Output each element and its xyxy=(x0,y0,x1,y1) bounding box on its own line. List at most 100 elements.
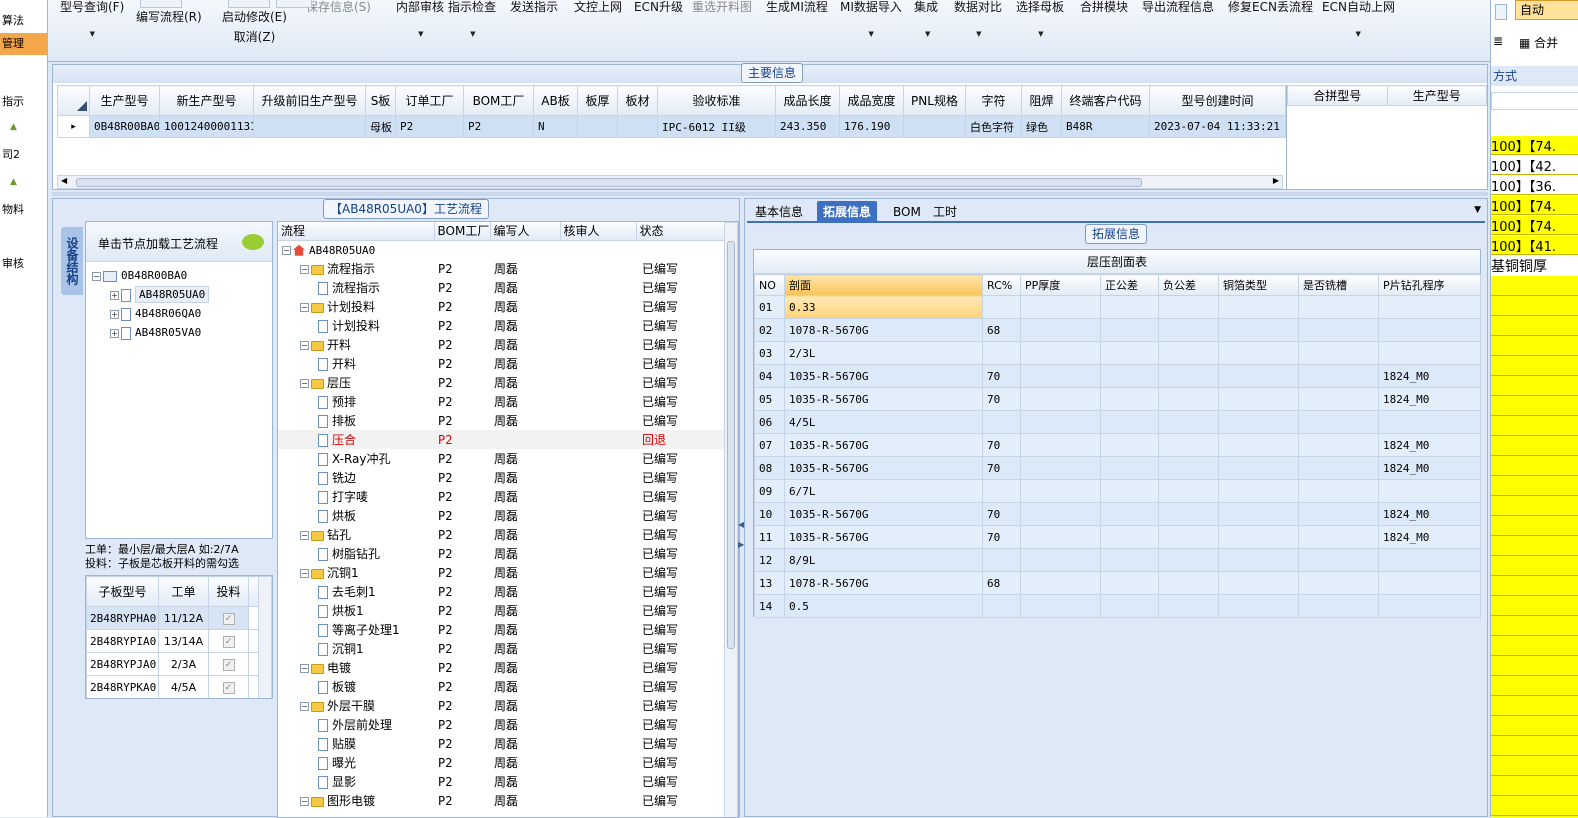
table-cell[interactable]: 03 xyxy=(754,341,785,365)
scrollbar-thumb[interactable] xyxy=(727,241,735,649)
table-cell[interactable] xyxy=(1298,571,1379,595)
column-header[interactable]: 工单 xyxy=(158,576,209,607)
column-header[interactable]: 生产型号 xyxy=(1386,85,1487,106)
table-cell[interactable]: 1035-R-5670G xyxy=(784,364,983,388)
table-cell[interactable] xyxy=(1218,594,1299,618)
table-cell[interactable] xyxy=(1020,410,1101,434)
table-cell[interactable]: 0B48R00BA0 xyxy=(89,115,160,138)
collapse-icon[interactable]: − xyxy=(300,702,309,711)
table-cell[interactable]: 白色字符 xyxy=(965,115,1022,138)
table-cell[interactable] xyxy=(1158,295,1219,319)
table-cell[interactable] xyxy=(1218,364,1299,388)
table-cell[interactable] xyxy=(577,115,618,138)
table-cell[interactable] xyxy=(1100,525,1159,549)
table-cell[interactable]: P2 xyxy=(395,115,464,138)
table-cell[interactable]: N xyxy=(533,115,578,138)
flow-scrollbar[interactable] xyxy=(724,222,738,817)
table-cell[interactable] xyxy=(1100,502,1159,526)
table-cell[interactable]: 1824_M0 xyxy=(1378,502,1481,526)
flow-row[interactable]: 显影 P2 周磊 已编写 xyxy=(278,772,724,791)
column-header[interactable]: PNL规格 xyxy=(903,85,966,116)
column-header[interactable]: 状态 xyxy=(636,222,725,241)
toolbar-button-5[interactable]: 指示检查 ▼ xyxy=(448,0,496,38)
table-cell[interactable]: 11/12A xyxy=(158,606,209,630)
table-cell[interactable]: 70 xyxy=(982,433,1021,457)
table-cell[interactable] xyxy=(1298,502,1379,526)
table-cell[interactable]: 1824_M0 xyxy=(1378,525,1481,549)
toolbar-icon-box[interactable] xyxy=(276,0,312,8)
table-row[interactable]: 01 0.33 xyxy=(754,295,1481,319)
column-header[interactable]: 核审人 xyxy=(560,222,637,241)
table-row[interactable]: 14 0.5 xyxy=(754,594,1481,618)
column-header[interactable]: 铜箔类型 xyxy=(1218,274,1299,296)
toolbar-button-18[interactable]: ECN自动上网 ▼ xyxy=(1322,0,1395,38)
table-cell[interactable]: 176.190 xyxy=(839,115,904,138)
table-cell[interactable] xyxy=(1218,479,1299,503)
table-cell[interactable] xyxy=(1218,318,1299,342)
table-cell[interactable] xyxy=(1298,410,1379,434)
collapse-icon[interactable]: − xyxy=(300,664,309,673)
column-header[interactable]: 是否铣槽 xyxy=(1298,274,1379,296)
table-cell[interactable] xyxy=(1218,387,1299,411)
table-cell[interactable] xyxy=(1298,295,1379,319)
table-row[interactable]: 02 1078-R-5670G 68 xyxy=(754,318,1481,342)
table-cell[interactable] xyxy=(1100,548,1159,572)
table-row[interactable]: ▸ 0B48R00BA0 10012400001131 母板 P2 P2 N IPC-6012… xyxy=(57,115,1286,138)
feeding-checkbox-cell[interactable]: ✓ xyxy=(208,652,249,676)
column-header[interactable]: 字符 xyxy=(965,85,1022,116)
expand-icon[interactable]: + xyxy=(110,290,119,300)
tree-root-row[interactable]: − AB48R05UA0 xyxy=(278,240,724,259)
flow-row[interactable]: − 层压 P2 周磊 已编写 xyxy=(278,373,724,392)
table-cell[interactable] xyxy=(1020,387,1101,411)
table-cell[interactable] xyxy=(1378,295,1481,319)
sub-table-scrollbar[interactable] xyxy=(258,576,272,698)
expand-icon[interactable]: + xyxy=(110,309,119,319)
flow-row[interactable]: − 流程指示 P2 周磊 已编写 xyxy=(278,259,724,278)
flow-row[interactable]: − 图形电镀 P2 周磊 已编写 xyxy=(278,791,724,810)
collapse-icon[interactable]: − xyxy=(300,341,309,350)
flow-row[interactable]: 曝光 P2 周磊 已编写 xyxy=(278,753,724,772)
flow-row[interactable]: 等离子处理1 P2 周磊 已编写 xyxy=(278,620,724,639)
table-cell[interactable] xyxy=(982,479,1021,503)
toolbar-button-6[interactable]: 发送指示 xyxy=(510,0,558,15)
toolbar-button-14[interactable]: 选择母板 ▼ xyxy=(1016,0,1064,38)
table-cell[interactable]: 2B48RYPKA0 xyxy=(86,675,159,698)
table-cell[interactable]: 09 xyxy=(754,479,785,503)
column-header[interactable]: P片钻孔程序 xyxy=(1378,274,1481,296)
thickness-row[interactable]: 100】【42. xyxy=(1491,156,1578,175)
table-cell[interactable] xyxy=(1298,364,1379,388)
table-cell[interactable] xyxy=(1020,364,1101,388)
nav-item-material[interactable]: 物料 xyxy=(2,201,50,217)
table-row[interactable]: 07 1035-R-5670G 70 1824_M0 xyxy=(754,433,1481,457)
table-cell[interactable]: 10012400001131 xyxy=(159,115,254,138)
table-cell[interactable] xyxy=(1218,456,1299,480)
tabs-dropdown-icon[interactable]: ▼ xyxy=(1474,205,1481,215)
table-cell[interactable] xyxy=(1100,295,1159,319)
tree-node[interactable]: − 0B48R00BA0 xyxy=(92,266,268,285)
flow-row[interactable]: 流程指示 P2 周磊 已编写 xyxy=(278,278,724,297)
table-cell[interactable] xyxy=(1218,502,1299,526)
flow-row[interactable]: 开料 P2 周磊 已编写 xyxy=(278,354,724,373)
table-cell[interactable]: 1035-R-5670G xyxy=(784,433,983,457)
column-header[interactable]: BOM工厂 xyxy=(434,222,491,241)
feeding-checkbox-cell[interactable]: ✓ xyxy=(208,606,249,630)
table-row[interactable]: 2B48RYPIA0 13/14A ✓ xyxy=(86,629,265,653)
toolbar-button-9[interactable]: 重选开料图 xyxy=(692,0,752,15)
table-cell[interactable]: 08 xyxy=(754,456,785,480)
checkbox[interactable]: ✓ xyxy=(222,682,235,694)
table-cell[interactable] xyxy=(1100,479,1159,503)
dropdown-arrow-icon[interactable]: ▼ xyxy=(418,30,423,38)
table-cell[interactable]: 1078-R-5670G xyxy=(784,318,983,342)
nav-item-review[interactable]: 审核 xyxy=(2,255,50,271)
flow-row[interactable]: 去毛刺1 P2 周磊 已编写 xyxy=(278,582,724,601)
flow-row[interactable]: − 电镀 P2 周磊 已编写 xyxy=(278,658,724,677)
table-cell[interactable] xyxy=(1020,295,1101,319)
table-cell[interactable]: 2/3A xyxy=(158,652,209,676)
column-header[interactable]: 订单工厂 xyxy=(395,85,464,116)
table-cell[interactable] xyxy=(1218,525,1299,549)
column-header[interactable]: 型号创建时间 xyxy=(1149,85,1286,116)
column-header[interactable]: 阻焊 xyxy=(1021,85,1062,116)
dropdown-arrow-icon[interactable]: ▼ xyxy=(1038,30,1043,38)
tab-2[interactable]: BOM xyxy=(887,201,927,223)
table-cell[interactable] xyxy=(1298,456,1379,480)
